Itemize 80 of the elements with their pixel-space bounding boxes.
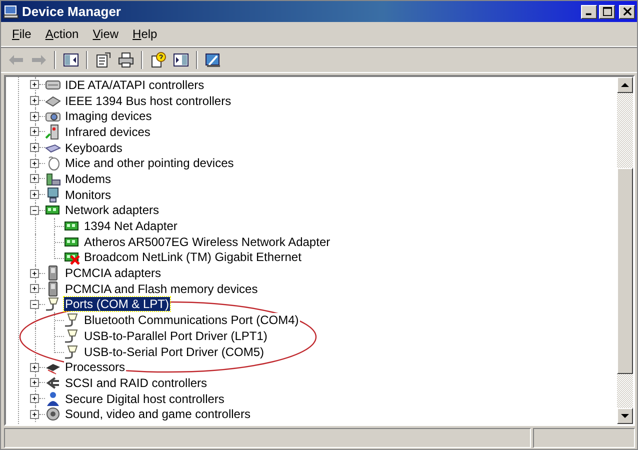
plus-icon: [31, 410, 38, 418]
expand-button[interactable]: [30, 394, 39, 404]
tree-item[interactable]: Atheros AR5007EG Wireless Network Adapter: [83, 234, 332, 249]
down-arrow-icon: [621, 412, 629, 420]
plus-icon: [31, 144, 38, 152]
modem-icon: [45, 170, 61, 187]
person-icon: [45, 390, 61, 407]
tree-item[interactable]: PCMCIA and Flash memory devices: [64, 282, 259, 296]
speaker-icon: [45, 406, 61, 422]
menu-item[interactable]: File: [5, 27, 38, 41]
expand-button[interactable]: [30, 268, 39, 278]
tree-item[interactable]: IDE ATA/ATAPI controllers: [64, 78, 206, 92]
plus-icon: [31, 395, 38, 402]
expand-button[interactable]: [30, 158, 39, 168]
expand-button[interactable]: [30, 112, 39, 121]
tree-item[interactable]: PCMCIA adapters: [64, 266, 162, 280]
expand-button[interactable]: [30, 143, 39, 152]
scroll-thumb[interactable]: [617, 168, 633, 374]
plus-icon: [31, 175, 38, 182]
monitor-icon: [45, 186, 61, 203]
infrared-icon: [45, 124, 61, 140]
window-title: Device Manager: [22, 4, 122, 19]
menu-item[interactable]: Action: [38, 27, 86, 41]
print-icon: [118, 52, 134, 68]
scroll-up-button[interactable]: [617, 77, 633, 93]
up-arrow-icon: [621, 81, 629, 89]
maximize-icon: [602, 7, 612, 16]
plus-icon: [31, 285, 38, 292]
expand-button[interactable]: [30, 410, 39, 419]
properties-icon: [95, 52, 111, 68]
tree-item[interactable]: Secure Digital host controllers: [64, 392, 226, 406]
plus-icon: [31, 160, 38, 167]
close-button[interactable]: [619, 4, 635, 18]
forward-icon: [31, 52, 47, 68]
plus-icon: [31, 191, 38, 198]
tree-item[interactable]: Imaging devices: [64, 109, 153, 124]
help-icon: [150, 52, 166, 68]
tree-item[interactable]: Monitors: [64, 188, 112, 202]
plus-icon: [31, 364, 38, 371]
expand-button[interactable]: [30, 96, 39, 106]
tree-item[interactable]: IEEE 1394 Bus host controllers: [64, 94, 232, 108]
expand-button[interactable]: [30, 284, 39, 294]
menu-item[interactable]: Help: [126, 27, 164, 41]
tree-item[interactable]: USB-to-Serial Port Driver (COM5): [83, 344, 266, 359]
computer-icon: [3, 4, 19, 20]
tree-item[interactable]: USB-to-Parallel Port Driver (LPT1): [83, 328, 268, 343]
tree-item[interactable]: Network adapters: [64, 203, 160, 218]
expand-button[interactable]: [30, 190, 39, 200]
scrollbar[interactable]: [617, 77, 633, 424]
port-icon: [45, 296, 61, 312]
minimize-button[interactable]: [581, 4, 597, 18]
close-icon: [622, 7, 632, 16]
tree-item[interactable]: Infrared devices: [64, 124, 152, 139]
menu-item[interactable]: View: [86, 27, 126, 41]
expand-button[interactable]: [30, 378, 39, 388]
expand-button[interactable]: [30, 80, 39, 90]
maximize-button[interactable]: [599, 4, 615, 18]
tree-item[interactable]: Mice and other pointing devices: [64, 156, 235, 170]
plus-icon: [31, 112, 38, 120]
tree-item[interactable]: Ports (COM & LPT): [64, 297, 170, 312]
pane-icon: [63, 52, 79, 68]
tree-item[interactable]: Bluetooth Communications Port (COM4): [83, 313, 300, 328]
plus-icon: [31, 97, 38, 104]
plus-icon: [31, 128, 38, 136]
pane-icon: [173, 52, 189, 68]
tree-item[interactable]: Processors: [64, 360, 126, 374]
tree-item[interactable]: Modems: [64, 172, 112, 186]
tree-item[interactable]: Sound, video and game controllers: [64, 407, 252, 422]
scroll-down-button[interactable]: [617, 408, 633, 424]
tree-item[interactable]: Keyboards: [64, 140, 124, 155]
collapse-button[interactable]: [30, 300, 39, 309]
tree-item[interactable]: 1394 Net Adapter: [83, 219, 178, 234]
expand-button[interactable]: [30, 362, 39, 372]
collapse-button[interactable]: [30, 206, 39, 215]
plus-icon: [31, 81, 38, 88]
tree-item[interactable]: SCSI and RAID controllers: [64, 376, 208, 390]
plus-icon: [31, 379, 38, 386]
expand-button[interactable]: [30, 174, 39, 184]
plus-icon: [31, 270, 38, 277]
expand-button[interactable]: [30, 127, 39, 136]
